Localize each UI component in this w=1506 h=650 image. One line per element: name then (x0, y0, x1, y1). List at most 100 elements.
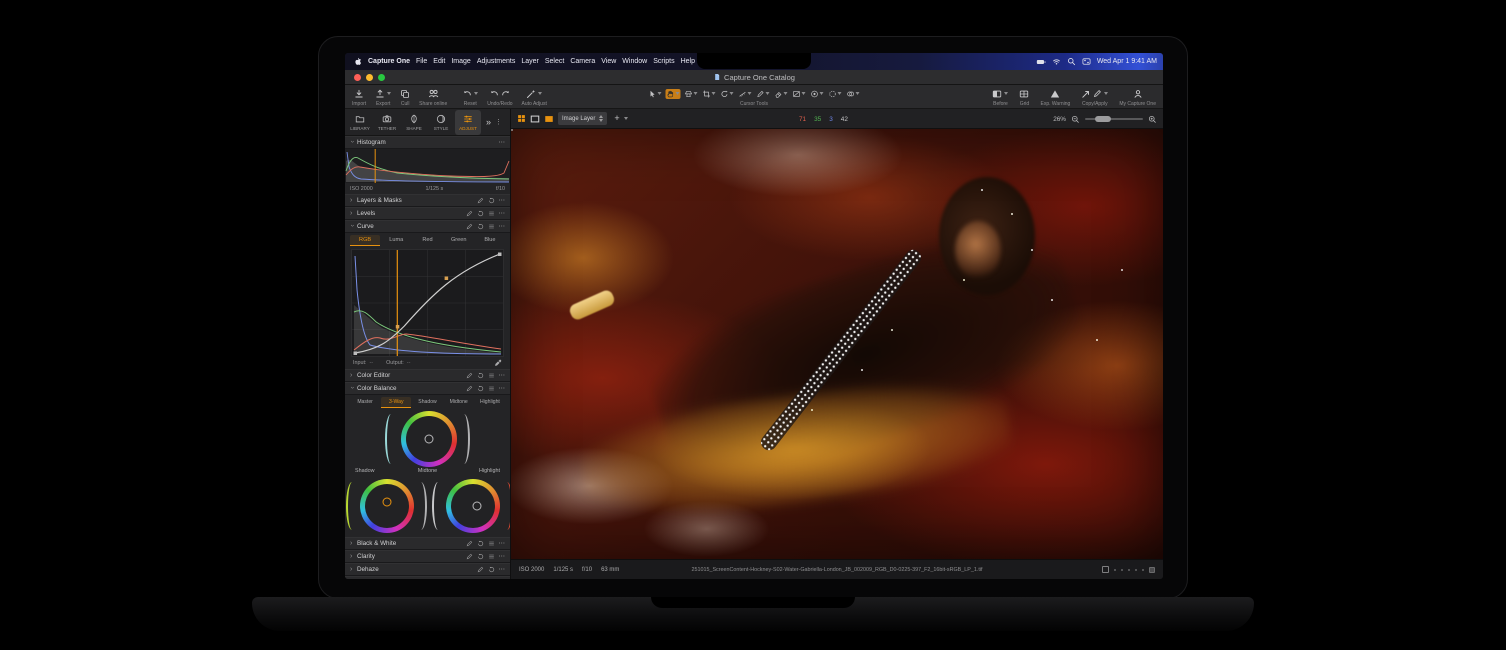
cb-tab-highlight[interactable]: Highlight (475, 397, 505, 408)
midtone-lightness-slider[interactable] (458, 414, 470, 464)
dehaze-more-icon[interactable]: ⋯ (499, 567, 506, 573)
color-editor-panel-header[interactable]: › Color Editor ⋯ (345, 369, 510, 382)
color-editor-more-icon[interactable]: ⋯ (499, 373, 506, 379)
highlight-color-wheel[interactable] (446, 479, 500, 533)
menu-camera[interactable]: Camera (570, 58, 595, 65)
cursor-tool-clone-icon[interactable] (846, 89, 861, 99)
more-tabs-icon[interactable]: » (486, 118, 491, 127)
cursor-tool-radial-gradient-icon[interactable] (810, 89, 825, 99)
color-balance-panel-header[interactable]: › Color Balance ⋯ (345, 382, 510, 395)
before-button[interactable]: Before (992, 88, 1008, 107)
redo-icon[interactable] (501, 89, 511, 99)
midtone-color-wheel[interactable] (401, 411, 457, 467)
menu-view[interactable]: View (601, 58, 616, 65)
dehaze-reset-icon[interactable] (488, 566, 495, 573)
tab-options-icon[interactable]: ⋮ (495, 118, 502, 126)
zoom-slider[interactable] (1085, 115, 1143, 123)
cursor-tool-straighten-icon[interactable] (738, 89, 753, 99)
layer-select[interactable]: Image Layer (558, 112, 607, 125)
clarity-panel-header[interactable]: › Clarity ⋯ (345, 550, 510, 563)
levels-reset-icon[interactable] (477, 210, 484, 217)
curve-edit-icon[interactable] (466, 223, 473, 230)
clarity-edit-icon[interactable] (466, 553, 473, 560)
curve-tab-rgb[interactable]: RGB (350, 235, 380, 246)
midtone-saturation-slider[interactable] (385, 414, 397, 464)
vignetting-panel-header[interactable]: › Vignetting ⋯ (345, 576, 510, 579)
color-balance-reset-icon[interactable] (477, 385, 484, 392)
layers-edit-icon[interactable] (477, 197, 484, 204)
cull-button[interactable]: Cull (400, 88, 410, 107)
menu-layer[interactable]: Layer (521, 58, 539, 65)
clarity-more-icon[interactable]: ⋯ (499, 554, 506, 560)
menu-capture-one[interactable]: Capture One (368, 58, 410, 65)
clarity-presets-icon[interactable] (488, 553, 495, 560)
curve-presets-icon[interactable] (488, 223, 495, 230)
photo-canvas[interactable] (511, 129, 1163, 559)
close-window-button[interactable] (354, 74, 361, 81)
color-tag-icon[interactable] (1149, 567, 1155, 573)
curve-reset-icon[interactable] (477, 223, 484, 230)
star-rating-dot[interactable] (1135, 569, 1137, 571)
tab-library[interactable]: LIBRARY (347, 110, 373, 135)
cb-tab-master[interactable]: Master (350, 397, 380, 408)
search-icon[interactable] (1067, 57, 1076, 66)
cursor-tool-rotate-icon[interactable] (720, 89, 735, 99)
grid-button[interactable]: Grid (1019, 88, 1029, 107)
cb-tab-shadow[interactable]: Shadow (412, 397, 442, 408)
cb-tab-3way[interactable]: 3-Way (381, 397, 411, 408)
color-editor-edit-icon[interactable] (466, 372, 473, 379)
black-white-presets-icon[interactable] (488, 540, 495, 547)
add-layer-caret-icon[interactable] (624, 117, 628, 120)
cursor-tool-loupe-icon[interactable] (684, 89, 699, 99)
undo-redo-buttons[interactable]: Undo/Redo (487, 88, 512, 107)
layers-more-icon[interactable]: ⋯ (499, 198, 506, 204)
menu-bar-clock[interactable]: Wed Apr 1 9:41 AM (1097, 58, 1157, 65)
tab-tether[interactable]: TETHER (374, 110, 400, 135)
menu-scripts[interactable]: Scripts (653, 58, 674, 65)
import-button[interactable]: Import (352, 88, 366, 107)
pick-checkbox[interactable] (1102, 566, 1109, 573)
proof-view-icon[interactable] (544, 114, 554, 124)
tab-shape[interactable]: SHAPE (401, 110, 427, 135)
star-rating-dot[interactable] (1128, 569, 1130, 571)
star-rating-dot[interactable] (1114, 569, 1116, 571)
color-balance-more-icon[interactable]: ⋯ (499, 386, 506, 392)
shadow-color-wheel[interactable] (360, 479, 414, 533)
zoom-percentage[interactable]: 26% (1053, 116, 1066, 123)
levels-edit-icon[interactable] (466, 210, 473, 217)
menu-edit[interactable]: Edit (433, 58, 445, 65)
color-editor-presets-icon[interactable] (488, 372, 495, 379)
menu-window[interactable]: Window (622, 58, 647, 65)
layers-reset-icon[interactable] (488, 197, 495, 204)
menu-image[interactable]: Image (451, 58, 470, 65)
highlight-lightness-slider[interactable] (501, 482, 511, 530)
layers-masks-panel-header[interactable]: › Layers & Masks ⋯ (345, 194, 510, 207)
control-center-icon[interactable] (1082, 57, 1091, 66)
cursor-tool-pointer-icon[interactable] (648, 89, 663, 99)
cursor-tool-crop-icon[interactable] (702, 89, 717, 99)
curve-more-icon[interactable]: ⋯ (499, 224, 506, 230)
wifi-icon[interactable] (1052, 57, 1061, 66)
zoom-out-icon[interactable] (1071, 115, 1080, 124)
color-balance-edit-icon[interactable] (466, 385, 473, 392)
curve-eyedropper-icon[interactable] (494, 359, 502, 367)
black-white-panel-header[interactable]: › Black & White ⋯ (345, 537, 510, 550)
color-balance-presets-icon[interactable] (488, 385, 495, 392)
reset-button[interactable]: Reset (462, 88, 478, 107)
levels-presets-icon[interactable] (488, 210, 495, 217)
zoom-in-icon[interactable] (1148, 115, 1157, 124)
undo-icon[interactable] (489, 89, 499, 99)
thumbnail-grid-icon[interactable] (517, 114, 526, 123)
clarity-reset-icon[interactable] (477, 553, 484, 560)
add-layer-icon[interactable]: + (614, 114, 619, 123)
menu-select[interactable]: Select (545, 58, 564, 65)
apple-menu-icon[interactable] (353, 57, 362, 66)
cursor-tool-erase-mask-icon[interactable] (774, 89, 789, 99)
black-white-edit-icon[interactable] (466, 540, 473, 547)
black-white-more-icon[interactable]: ⋯ (499, 541, 506, 547)
menu-file[interactable]: File (416, 58, 427, 65)
black-white-reset-icon[interactable] (477, 540, 484, 547)
zoom-slider-handle[interactable] (1095, 116, 1111, 122)
levels-more-icon[interactable]: ⋯ (499, 211, 506, 217)
curve-tab-luma[interactable]: Luma (381, 235, 411, 246)
